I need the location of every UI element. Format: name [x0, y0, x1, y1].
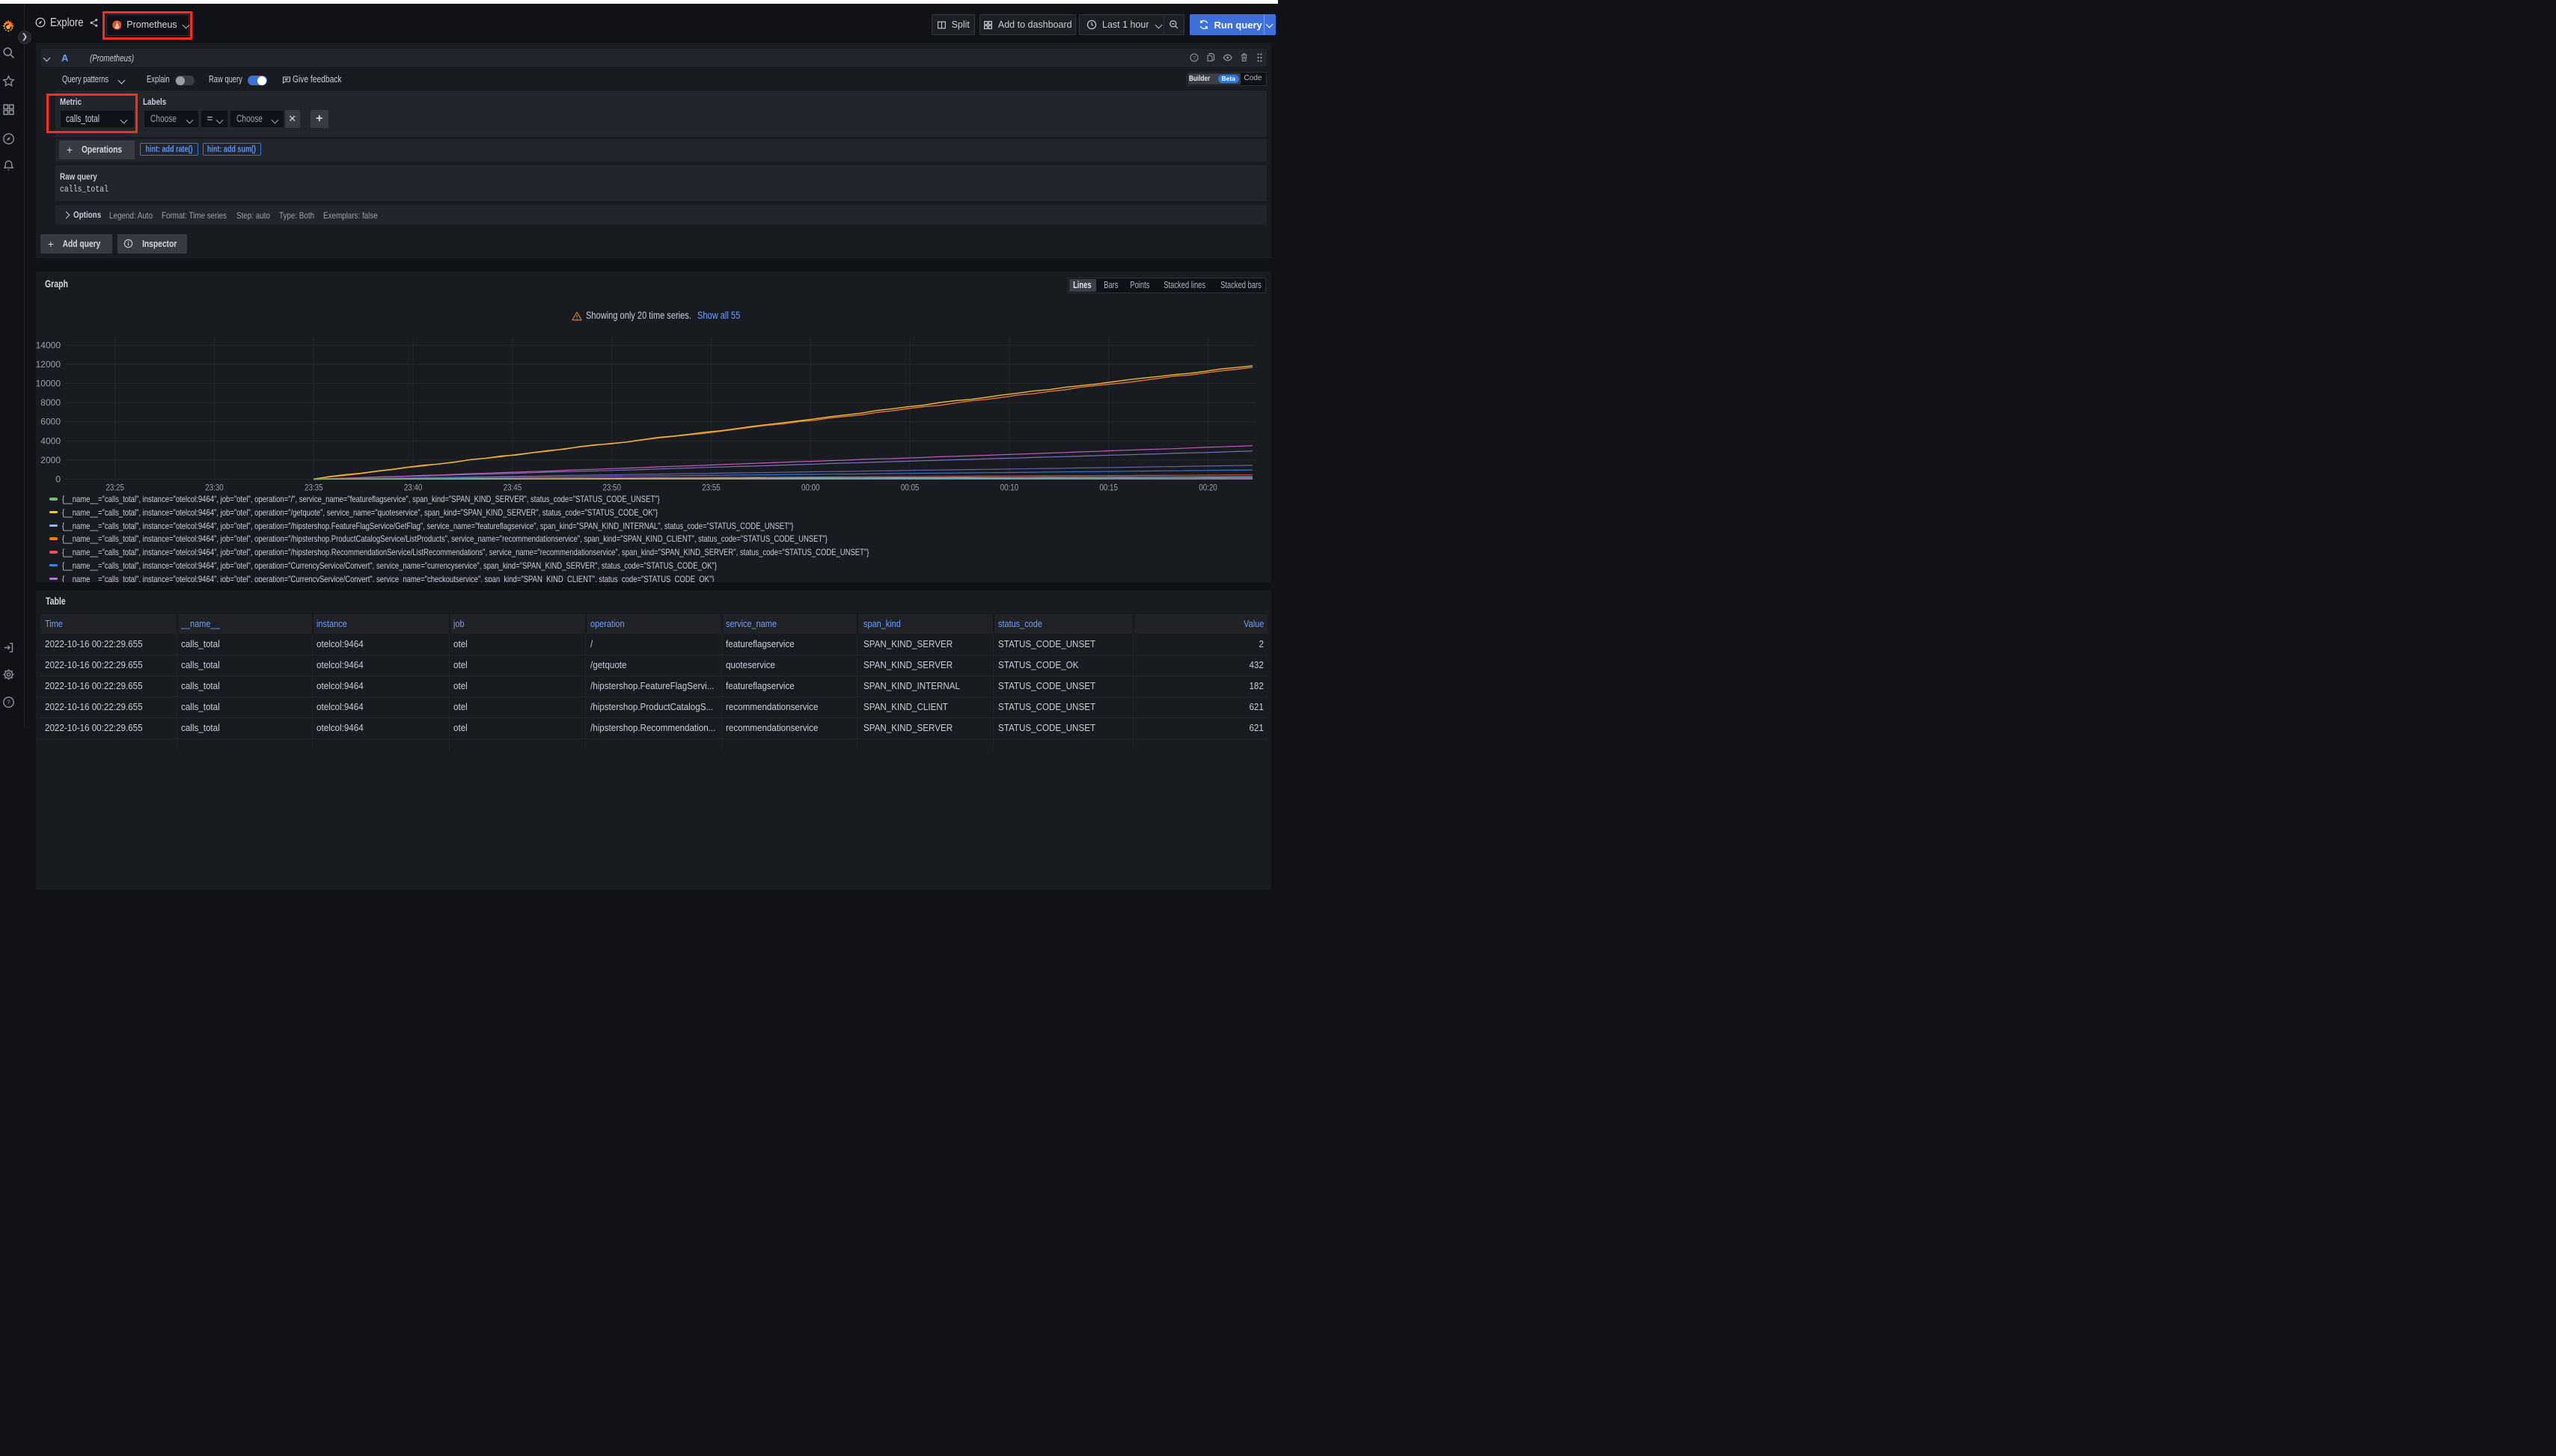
svg-text:12000: 12000 [36, 358, 61, 369]
svg-text:23:40: 23:40 [404, 482, 423, 492]
svg-text:23:35: 23:35 [305, 482, 323, 492]
svg-text:14000: 14000 [36, 340, 61, 350]
svg-text:2000: 2000 [40, 454, 61, 465]
svg-text:00:00: 00:00 [801, 482, 820, 492]
svg-text:23:25: 23:25 [106, 482, 124, 492]
svg-text:4000: 4000 [40, 435, 61, 446]
svg-text:?: ? [1193, 55, 1196, 61]
svg-text:23:30: 23:30 [205, 482, 224, 492]
svg-text:6000: 6000 [40, 416, 61, 426]
svg-text:00:15: 00:15 [1099, 482, 1118, 492]
svg-text:10000: 10000 [36, 378, 61, 388]
svg-text:23:50: 23:50 [602, 482, 621, 492]
svg-text:0: 0 [55, 474, 61, 484]
svg-text:00:20: 00:20 [1199, 482, 1217, 492]
svg-text:00:05: 00:05 [901, 482, 920, 492]
svg-text:00:10: 00:10 [1000, 482, 1019, 492]
svg-text:23:55: 23:55 [702, 482, 721, 492]
svg-text:23:45: 23:45 [504, 482, 522, 492]
svg-text:8000: 8000 [40, 397, 61, 408]
svg-text:?: ? [7, 699, 10, 706]
